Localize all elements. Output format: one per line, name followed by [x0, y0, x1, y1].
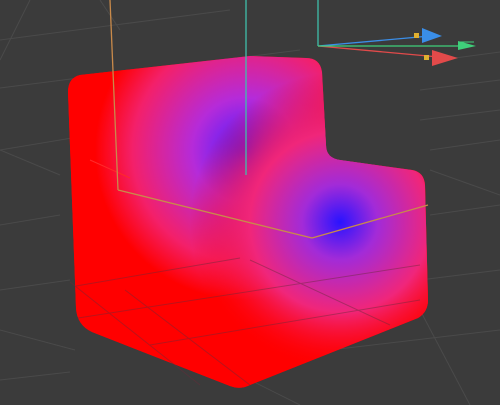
move-z-arrow-icon[interactable]	[458, 41, 476, 50]
transform-gizmo[interactable]	[317, 28, 476, 66]
3d-viewport[interactable]	[0, 0, 500, 405]
viewport-canvas[interactable]	[0, 0, 500, 405]
move-y-arrow-icon[interactable]	[414, 28, 442, 43]
move-x-arrow-icon[interactable]	[424, 50, 458, 66]
